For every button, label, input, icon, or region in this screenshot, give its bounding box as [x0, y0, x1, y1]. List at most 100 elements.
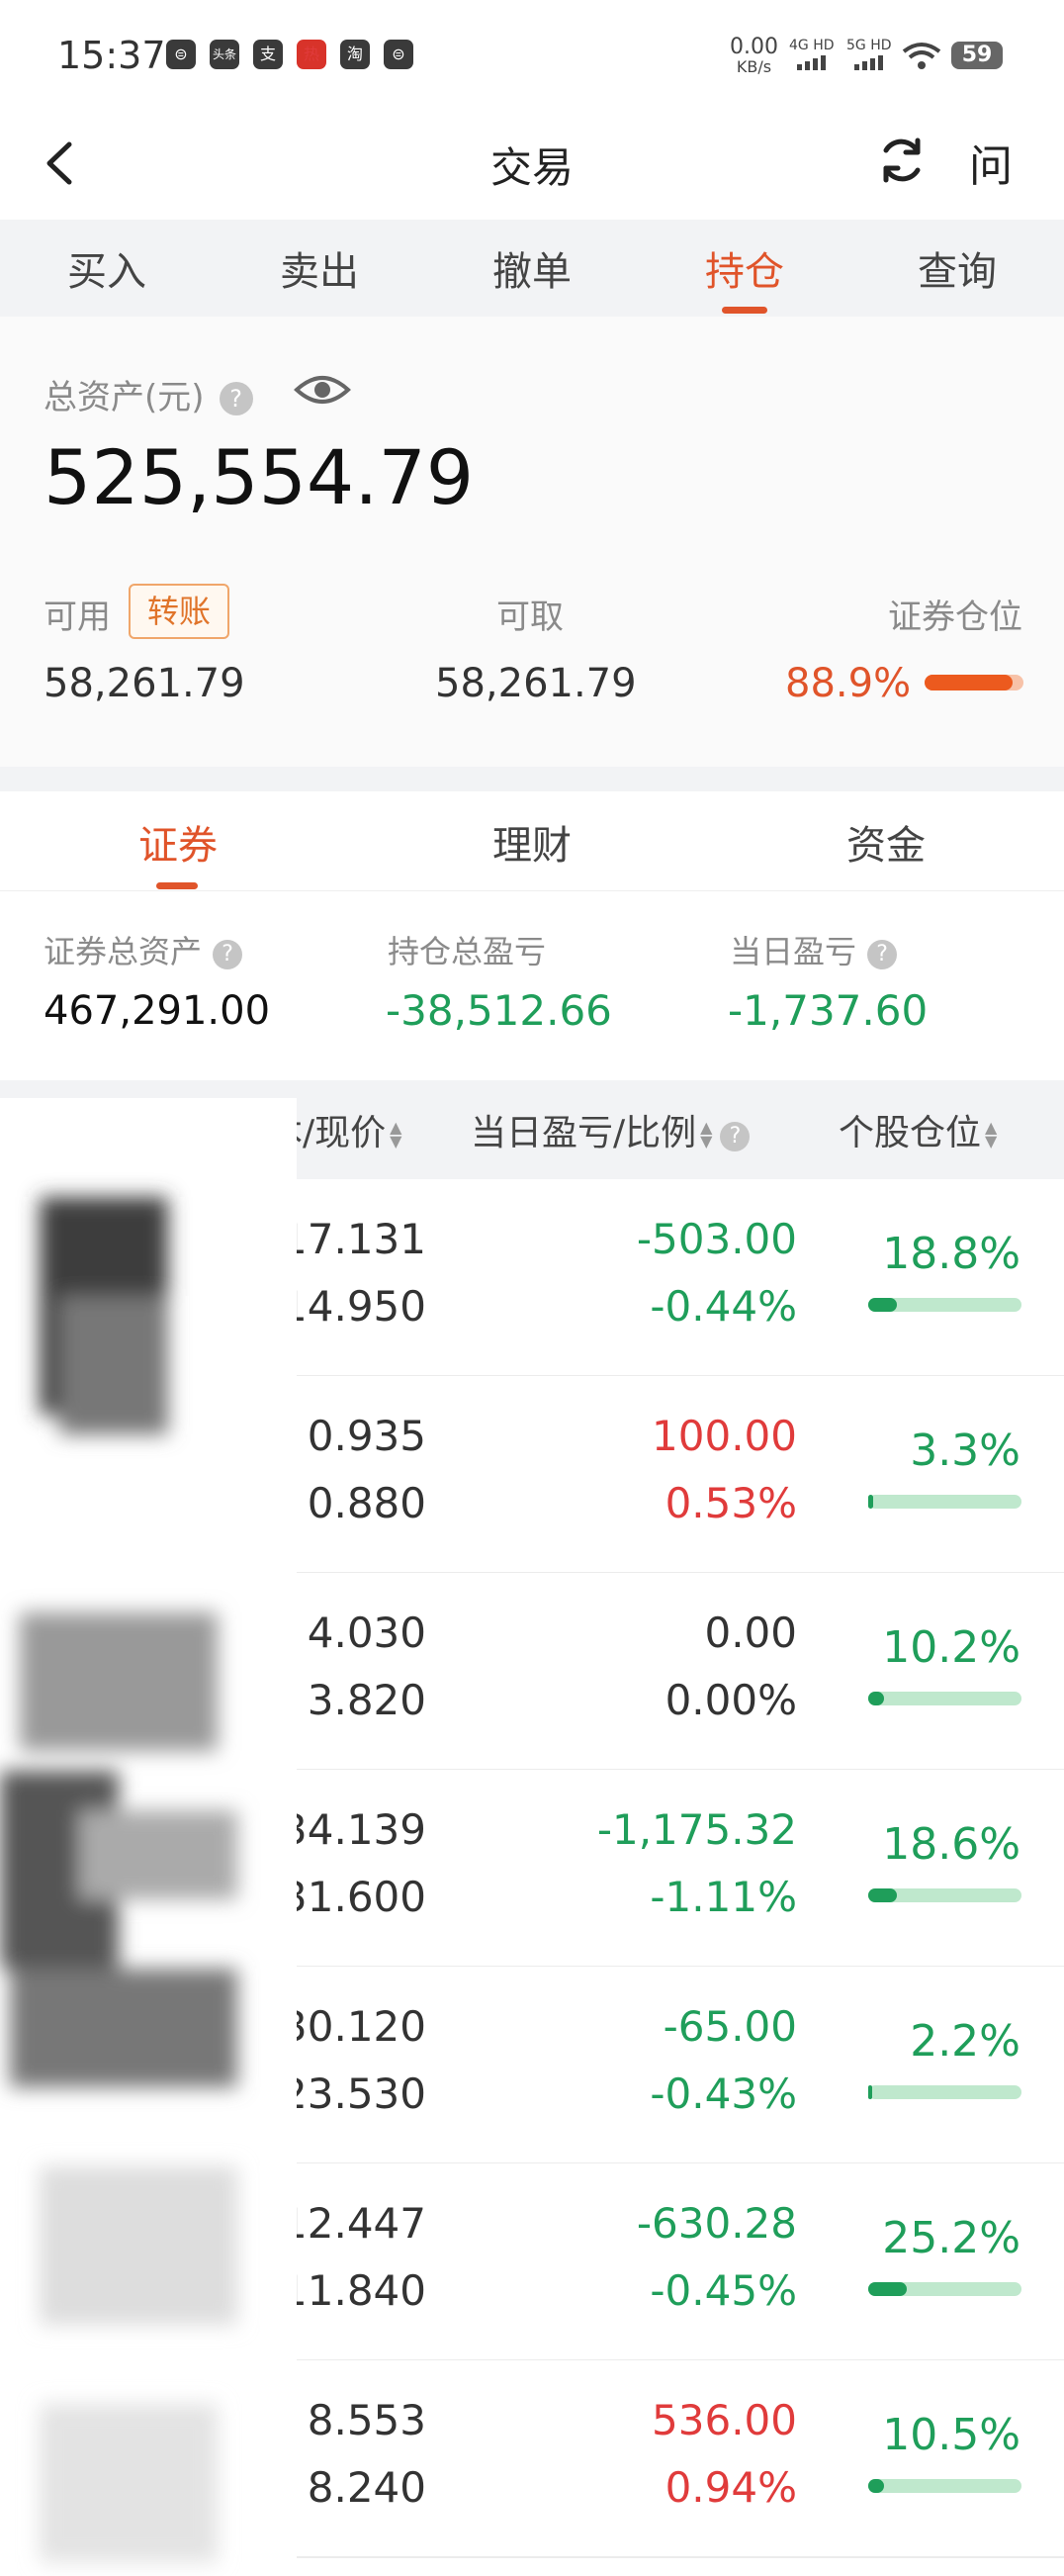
eye-icon[interactable]	[293, 372, 352, 408]
securities-summary: 证券总资产 ? 467,291.00 持仓总盈亏 -38,512.66 当日盈亏…	[0, 891, 1064, 1079]
sec-total-label: 证券总资产	[44, 933, 203, 970]
signal-2-icon	[854, 55, 883, 70]
position-bar	[868, 1298, 1021, 1312]
holdings-table-header: 市值 本/现价 ▲ ▼ 当日盈亏/比例 ▲ ▼? 个股仓位 ▲ ▼	[0, 1080, 1064, 1179]
help-icon[interactable]: ?	[219, 382, 253, 415]
app-icon: ⊜	[384, 40, 413, 69]
tab-positions[interactable]: 持仓	[665, 239, 824, 297]
position-value: 88.9%	[785, 661, 912, 706]
day-pnl-ratio: -0.45%	[650, 2266, 797, 2315]
status-time: 15:37	[57, 34, 166, 77]
table-row[interactable]: 34.139 31.600 -1,175.32 -1.11% 18.6%	[0, 1770, 1064, 1968]
active-tab-indicator	[722, 307, 767, 314]
cost-price: 4.030	[307, 1609, 426, 1657]
toutiao-icon: 头条	[210, 40, 239, 69]
table-row[interactable]: 4.030 3.820 0.00 0.00% 10.2%	[0, 1573, 1064, 1771]
current-price: 11.840	[281, 2266, 426, 2315]
day-pnl: 0.00	[704, 1609, 797, 1657]
position-bar	[868, 1495, 1021, 1509]
position-bar-fill	[868, 1888, 897, 1902]
signal-1-icon	[797, 55, 826, 70]
day-pnl: 536.00	[652, 2396, 797, 2444]
app-notification-icon: ⊜	[166, 40, 196, 69]
sort-icon: ▲ ▼	[390, 1118, 402, 1150]
position-bar-fill	[868, 2479, 884, 2493]
sort-icon: ▲ ▼	[700, 1118, 713, 1150]
day-pnl-ratio: 0.00%	[665, 1676, 797, 1724]
position-bar-fill	[868, 1298, 897, 1312]
battery-icon: 59	[951, 42, 1003, 69]
table-row[interactable]: 30.120 23.530 -65.00 -0.43% 2.2%	[0, 1967, 1064, 2164]
total-assets-label-group: 总资产(元) ?	[44, 370, 253, 418]
main-tab-bar: 买入 卖出 撤单 持仓 查询	[0, 220, 1064, 317]
hold-pnl-value: -38,512.66	[386, 986, 612, 1035]
sec-total-label-group: 证券总资产 ?	[44, 927, 243, 972]
position-percent: 25.2%	[882, 2213, 1020, 2263]
tab-buy[interactable]: 买入	[28, 239, 186, 297]
total-assets-value: 525,554.79	[44, 433, 475, 521]
cost-price: 34.139	[281, 1805, 426, 1854]
cost-price: 30.120	[281, 2002, 426, 2051]
position-bar-fill	[868, 1495, 873, 1509]
day-pnl: -1,175.32	[596, 1805, 797, 1854]
signal-2-label: 5G HD	[846, 38, 892, 53]
current-price: 0.880	[307, 1479, 426, 1527]
day-pnl-ratio: -1.11%	[650, 1873, 797, 1921]
wifi-icon	[902, 43, 941, 69]
active-subtab-indicator	[156, 882, 198, 889]
header-cost-price[interactable]: 本/现价 ▲ ▼	[267, 1104, 401, 1155]
news-app-icon: 热	[297, 40, 326, 69]
cost-price: 17.131	[281, 1215, 426, 1263]
tab-query[interactable]: 查询	[878, 239, 1036, 297]
day-pnl: 100.00	[652, 1412, 797, 1460]
position-bar-fill	[868, 2282, 907, 2296]
taobao-icon: 淘	[340, 40, 370, 69]
table-row[interactable]: 12.447 11.840 -630.28 -0.45% 25.2%	[0, 2163, 1064, 2361]
position-percent: 3.3%	[910, 1426, 1020, 1476]
cost-price: 8.553	[307, 2396, 426, 2444]
position-percent: 10.5%	[882, 2410, 1020, 2460]
position-bar-fill	[868, 2085, 872, 2099]
ask-button[interactable]: 问	[969, 131, 1013, 194]
current-price: 31.600	[281, 1873, 426, 1921]
tab-funds[interactable]: 资金	[787, 813, 985, 871]
position-bar	[868, 1692, 1021, 1705]
current-price: 8.240	[307, 2463, 426, 2512]
position-percent: 2.2%	[910, 2016, 1020, 2067]
day-pnl-ratio: -0.43%	[650, 2070, 797, 2118]
position-bar	[868, 1888, 1021, 1902]
withdrawable-value: 58,261.79	[435, 661, 637, 706]
table-row[interactable]: 8.553 8.240 536.00 0.94% 10.5%	[0, 2360, 1064, 2558]
signal-1-label: 4G HD	[789, 38, 835, 53]
day-pnl-label: 当日盈亏	[730, 933, 857, 970]
tab-wealth[interactable]: 理财	[433, 813, 631, 871]
help-icon[interactable]: ?	[867, 940, 898, 969]
header-market-value[interactable]: 市值	[44, 1104, 115, 1155]
position-bar-fill	[925, 675, 1013, 690]
position-percent: 18.6%	[882, 1819, 1020, 1870]
tab-sell[interactable]: 卖出	[240, 239, 399, 297]
current-price: 23.530	[281, 2070, 426, 2118]
day-pnl-ratio: 0.94%	[665, 2463, 797, 2512]
day-pnl-ratio: 0.53%	[665, 1479, 797, 1527]
table-row[interactable]: 17.131 14.950 -503.00 -0.44% 18.8%	[0, 1179, 1064, 1377]
help-icon: ?	[720, 1122, 751, 1151]
day-pnl: -65.00	[663, 2002, 797, 2051]
tab-securities[interactable]: 证券	[79, 813, 277, 871]
header-day-pnl[interactable]: 当日盈亏/比例 ▲ ▼?	[471, 1104, 751, 1155]
table-row[interactable]: 0.935 0.880 100.00 0.53% 3.3%	[0, 1376, 1064, 1574]
header-position[interactable]: 个股仓位 ▲ ▼	[839, 1104, 997, 1155]
cost-price: 12.447	[281, 2199, 426, 2248]
day-pnl: -630.28	[636, 2199, 797, 2248]
tab-cancel-order[interactable]: 撤单	[453, 239, 611, 297]
help-icon[interactable]: ?	[213, 940, 243, 969]
alipay-icon: 支	[253, 40, 283, 69]
day-pnl-label-group: 当日盈亏 ?	[730, 927, 898, 972]
available-value: 58,261.79	[44, 661, 245, 706]
position-bar	[868, 2085, 1021, 2099]
day-pnl-ratio: -0.44%	[650, 1282, 797, 1331]
sub-tab-bar: 证券 理财 资金	[0, 791, 1064, 891]
current-price: 14.950	[281, 1282, 426, 1331]
transfer-button[interactable]: 转账	[129, 584, 229, 639]
refresh-icon[interactable]	[874, 133, 930, 188]
